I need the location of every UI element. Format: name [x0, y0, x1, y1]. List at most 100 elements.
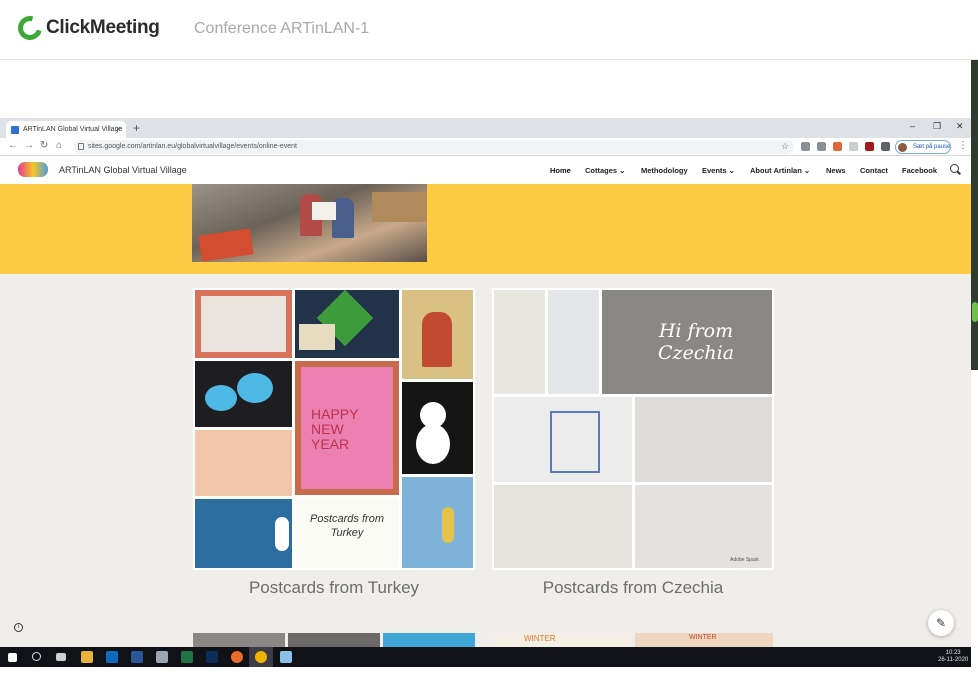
task-view-icon[interactable]	[56, 653, 66, 661]
gallery-image[interactable]	[402, 290, 473, 379]
file-explorer-icon[interactable]	[81, 651, 93, 663]
edit-pencil-icon[interactable]: ✎	[928, 610, 954, 636]
clickmeeting-logo[interactable]: ClickMeeting	[13, 11, 160, 45]
gallery-czechia[interactable]: Hi from Czechia Adobe Spark	[492, 288, 774, 570]
gallery-image[interactable]: WINTER	[635, 633, 773, 647]
excel-icon[interactable]	[181, 651, 193, 663]
gallery-image[interactable]	[402, 382, 473, 474]
browser-tab-bar: ARTinLAN Global Virtual Village × + – ❐ …	[0, 118, 971, 138]
site-navbar: ARTinLAN Global Virtual Village Home Cot…	[0, 156, 971, 184]
profile-button-label: Sæt på pause	[913, 144, 951, 150]
page-footer-space	[0, 667, 978, 695]
profile-button[interactable]: Sæt på pause	[895, 140, 951, 154]
banner	[0, 184, 971, 274]
extension-icon[interactable]	[849, 142, 858, 151]
menu-item-facebook[interactable]: Facebook	[902, 166, 937, 175]
puzzle-icon[interactable]	[881, 142, 890, 151]
extension-icon[interactable]	[865, 142, 874, 151]
gallery-image[interactable]: Hi from Czechia	[602, 290, 772, 394]
gallery-image[interactable]	[635, 397, 772, 482]
tile-postcards-from: Postcards from Turkey	[310, 513, 384, 539]
gallery-caption-turkey[interactable]: Postcards from Turkey	[193, 578, 475, 598]
gallery-image[interactable]	[195, 430, 292, 496]
info-icon[interactable]: i	[14, 623, 23, 632]
gallery-image[interactable]	[494, 485, 632, 568]
tab-close-icon[interactable]: ×	[116, 124, 121, 134]
extension-icon[interactable]	[817, 142, 826, 151]
clickmeeting-header: ClickMeeting Conference ARTinLAN-1	[0, 0, 978, 60]
banner-photo	[192, 184, 427, 262]
clock-date: 26-11-2020	[938, 657, 969, 663]
windows-start-icon[interactable]	[8, 653, 17, 662]
gallery-image[interactable]	[548, 290, 599, 394]
firefox-icon[interactable]	[231, 651, 243, 663]
browser-toolbar: ← → ↻ ⌂ sites.google.com/artinlan.eu/glo…	[0, 138, 971, 156]
browser-tab[interactable]: ARTinLAN Global Virtual Village ×	[6, 121, 126, 138]
gallery-image[interactable]: HAPPY NEW YEAR	[295, 361, 399, 495]
gallery-image[interactable]: Adobe Spark	[635, 485, 772, 568]
gallery-image[interactable]	[494, 290, 545, 394]
avatar	[898, 143, 907, 152]
menu-item-about[interactable]: About Artinlan ⌄	[750, 166, 810, 175]
menu-item-cottages[interactable]: Cottages ⌄	[585, 166, 625, 175]
back-icon[interactable]: ←	[8, 140, 18, 151]
app-icon[interactable]	[280, 651, 292, 663]
chrome-icon[interactable]	[255, 651, 267, 663]
search-taskbar-icon[interactable]	[32, 652, 41, 661]
bookmark-star-icon[interactable]: ☆	[781, 141, 789, 152]
more-menu-icon[interactable]: ⋮	[958, 140, 968, 151]
menu-item-methodology[interactable]: Methodology	[641, 166, 688, 175]
app-icon[interactable]	[156, 651, 168, 663]
gallery-image[interactable]: Postcards from Turkey	[295, 498, 399, 568]
site-favicon-icon	[11, 126, 19, 134]
home-icon[interactable]: ⌂	[56, 140, 62, 151]
taskbar-clock[interactable]: 10:23 26-11-2020	[938, 650, 968, 664]
site-logo[interactable]	[18, 162, 48, 177]
gallery-image[interactable]	[195, 499, 292, 568]
clock-time: 10:23	[945, 650, 961, 656]
menu-item-home[interactable]: Home	[550, 166, 571, 175]
gallery-image[interactable]	[295, 290, 399, 358]
extension-icon[interactable]	[801, 142, 810, 151]
menu-item-events[interactable]: Events ⌄	[702, 166, 735, 175]
forward-icon[interactable]: →	[24, 140, 34, 151]
gallery-image[interactable]	[494, 397, 632, 482]
gallery-image[interactable]	[193, 633, 285, 647]
photoshop-icon[interactable]	[206, 651, 218, 663]
clickmeeting-logo-icon	[13, 11, 47, 45]
gallery-image[interactable]: WINTER	[492, 633, 632, 647]
gallery-image[interactable]	[288, 633, 380, 647]
reload-icon[interactable]: ↻	[40, 140, 48, 151]
gallery-image[interactable]	[195, 361, 292, 427]
menu-item-news[interactable]: News	[826, 166, 846, 175]
site-title[interactable]: ARTinLAN Global Virtual Village	[59, 165, 187, 175]
extension-icon[interactable]	[833, 142, 842, 151]
tile-hi-from: Hi from Czechia	[657, 320, 735, 364]
participant-indicator	[972, 302, 978, 322]
shared-screen: ARTinLAN Global Virtual Village × + – ❐ …	[0, 118, 971, 670]
menu-item-contact[interactable]: Contact	[860, 166, 888, 175]
gallery-image[interactable]	[402, 477, 473, 568]
word-icon[interactable]	[131, 651, 143, 663]
participant-video-strip	[971, 60, 978, 370]
new-tab-button[interactable]: +	[133, 121, 140, 135]
lock-icon	[78, 143, 84, 150]
browser-tab-title: ARTinLAN Global Virtual Village	[23, 126, 123, 133]
tile-winter-left: WINTER	[524, 634, 556, 643]
search-icon[interactable]	[950, 164, 959, 173]
minimize-icon[interactable]: –	[910, 121, 915, 131]
close-window-icon[interactable]: ✕	[956, 121, 964, 132]
gallery-image[interactable]	[195, 290, 292, 358]
url-text: sites.google.com/artinlan.eu/globalvirtu…	[88, 143, 297, 150]
conference-title: Conference ARTinLAN-1	[194, 20, 370, 37]
clickmeeting-logo-text: ClickMeeting	[46, 17, 160, 38]
restore-icon[interactable]: ❐	[933, 121, 941, 132]
gallery-image[interactable]	[383, 633, 475, 647]
tile-happy-new-year: HAPPY NEW YEAR	[311, 406, 359, 452]
windows-taskbar: 10:23 26-11-2020	[0, 647, 971, 667]
tile-winter-right: WINTER	[689, 634, 717, 641]
gallery-turkey[interactable]: HAPPY NEW YEAR Postcards from Turkey	[193, 288, 475, 570]
gallery-caption-czechia[interactable]: Postcards from Czechia	[492, 578, 774, 598]
outlook-icon[interactable]	[106, 651, 118, 663]
address-bar[interactable]: sites.google.com/artinlan.eu/globalvirtu…	[74, 140, 794, 154]
